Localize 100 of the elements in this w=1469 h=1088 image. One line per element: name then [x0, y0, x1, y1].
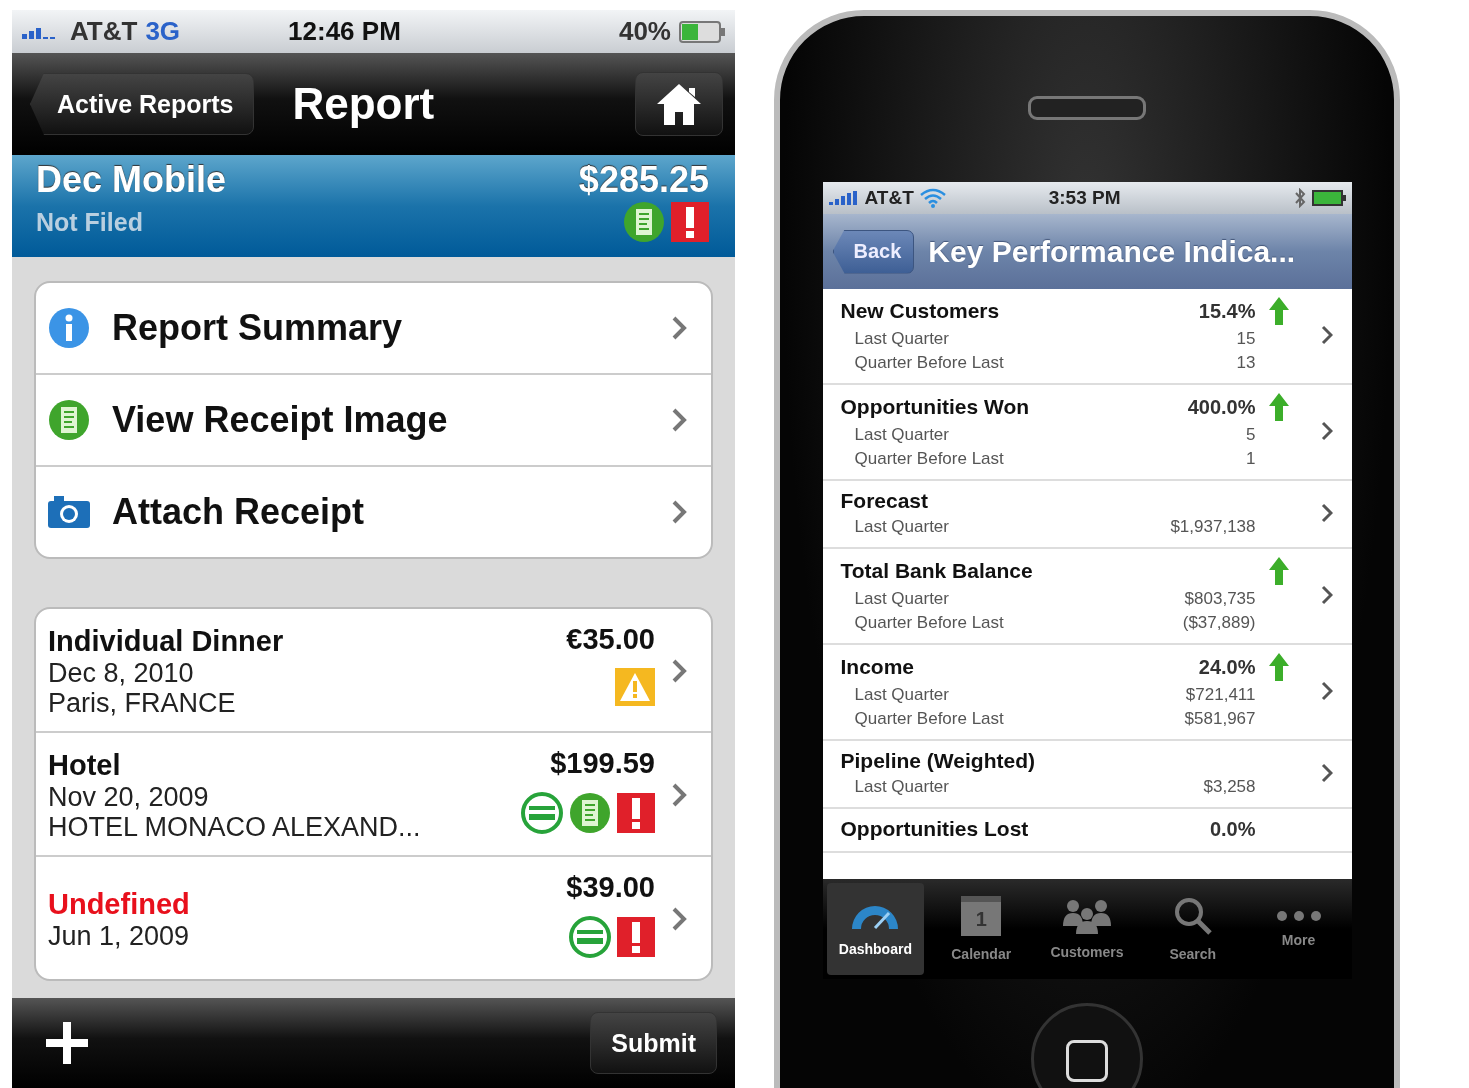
time-label: 12:46 PM — [288, 16, 402, 47]
kpi-row[interactable]: Forecast Last Quarter $1,937,138 — [822, 481, 1352, 549]
kpi-change: 24.0% — [1197, 655, 1256, 679]
expense-amount: €35.00 — [566, 623, 655, 656]
kpi-period-value: $581,967 — [1184, 709, 1256, 729]
exclamation-icon — [617, 793, 655, 833]
tab-item[interactable]: Search — [1143, 883, 1242, 975]
signal-icon — [828, 191, 859, 205]
kpi-period-value: $1,937,138 — [1170, 517, 1256, 537]
chevron-icon — [671, 499, 687, 525]
exclamation-icon — [617, 917, 655, 957]
card-icon — [521, 792, 563, 834]
plus-icon[interactable] — [46, 1022, 88, 1064]
menu-item[interactable]: Report Summary — [36, 283, 711, 375]
bluetooth-icon — [1293, 188, 1306, 208]
kpi-row[interactable]: Total Bank Balance Last Quarter $803,735 Quarter Before Last ($37,889) — [822, 549, 1352, 645]
kpi-change: 0.0% — [1209, 817, 1256, 841]
kpi-row[interactable]: New Customers 15.4% Last Quarter 15 Quarter Before Last 13 — [822, 289, 1352, 385]
kpi-row[interactable]: Pipeline (Weighted) Last Quarter $3,258 — [822, 741, 1352, 809]
info-icon — [48, 307, 90, 349]
kpi-period-value: $3,258 — [1203, 777, 1256, 797]
kpi-period-label: Quarter Before Last — [853, 353, 1005, 373]
menu-item[interactable]: Attach Receipt — [36, 467, 711, 557]
chevron-icon — [1320, 763, 1333, 783]
expense-location: Paris, FRANCE — [48, 687, 237, 718]
tab-item[interactable]: 1 Calendar — [932, 883, 1031, 975]
expense-amount: $199.59 — [550, 747, 655, 780]
tab-item[interactable]: More — [1249, 883, 1348, 975]
chevron-icon — [671, 658, 687, 684]
expense-row[interactable]: Individual Dinner Dec 8, 2010 Paris, FRANCE €35.00 — [36, 609, 711, 733]
screen-title: Key Performance Indica... — [928, 234, 1296, 269]
kpi-period-label: Last Quarter — [853, 589, 950, 609]
camera-icon — [48, 496, 90, 528]
time-label: 3:53 PM — [1047, 187, 1122, 209]
submit-button[interactable]: Submit — [590, 1012, 717, 1074]
kpi-name: Pipeline (Weighted) — [840, 749, 1036, 773]
chevron-icon — [671, 407, 687, 433]
tab-item[interactable]: Customers — [1038, 883, 1136, 975]
tab-item[interactable]: Dashboard — [826, 883, 925, 975]
card-icon — [569, 916, 611, 958]
chevron-icon — [1320, 421, 1333, 441]
kpi-period-label: Last Quarter — [853, 425, 950, 445]
menu-item[interactable]: View Receipt Image — [36, 375, 711, 467]
home-button[interactable] — [635, 72, 723, 136]
chevron-icon — [1320, 585, 1333, 605]
expense-amount: $39.00 — [566, 871, 655, 904]
carrier-label: AT&T — [70, 16, 138, 47]
kpi-name: New Customers — [840, 299, 1001, 323]
receipt-icon — [48, 399, 90, 441]
kpi-period-value: 1 — [1245, 449, 1256, 469]
kpi-change: 15.4% — [1198, 299, 1256, 323]
kpi-row[interactable]: Income 24.0% Last Quarter $721,411 Quarter Before Last $581,967 — [822, 645, 1352, 741]
kpi-period-value: ($37,889) — [1182, 613, 1256, 633]
report-status: Not Filed — [36, 207, 143, 237]
wifi-icon — [919, 188, 946, 208]
expense-date: Nov 20, 2009 — [48, 781, 210, 812]
screen-title: Report — [292, 79, 436, 129]
report-amount: $285.25 — [578, 159, 709, 201]
kpi-name: Opportunities Lost — [840, 817, 1030, 841]
expense-location: HOTEL MONACO ALEXAND... — [48, 811, 422, 842]
expense-title: Hotel — [48, 748, 122, 782]
back-button[interactable]: Back — [832, 229, 915, 274]
expense-row[interactable]: Undefined Jun 1, 2009 $39.00 — [36, 857, 711, 979]
receipt-icon — [623, 201, 665, 243]
people-icon — [1061, 898, 1113, 934]
search-icon — [1172, 896, 1213, 936]
expense-title: Undefined — [48, 887, 191, 921]
kpi-name: Opportunities Won — [840, 395, 1031, 419]
receipt-icon — [569, 792, 611, 834]
network-label: 3G — [145, 16, 181, 47]
battery-icon — [679, 20, 725, 43]
kpi-name: Forecast — [840, 489, 930, 513]
battery-icon — [1311, 190, 1346, 206]
warning-icon — [615, 668, 655, 706]
kpi-period-label: Last Quarter — [853, 685, 950, 705]
calendar-icon: 1 — [961, 896, 1002, 936]
kpi-period-label: Quarter Before Last — [853, 709, 1005, 729]
kpi-row[interactable]: Opportunities Won 400.0% Last Quarter 5 Quarter Before Last 1 — [822, 385, 1352, 481]
expense-row[interactable]: Hotel Nov 20, 2009 HOTEL MONACO ALEXAND... $199.59 — [36, 733, 711, 857]
kpi-period-value: $721,411 — [1184, 685, 1256, 705]
kpi-name: Income — [840, 655, 916, 679]
kpi-period-label: Quarter Before Last — [853, 449, 1005, 469]
kpi-period-label: Last Quarter — [853, 329, 950, 349]
carrier-label: AT&T — [864, 187, 914, 209]
back-button[interactable]: Active Reports — [30, 73, 255, 135]
kpi-period-value: 13 — [1235, 353, 1256, 373]
chevron-icon — [1320, 325, 1333, 345]
exclamation-icon — [671, 202, 709, 242]
kpi-period-label: Last Quarter — [853, 517, 950, 537]
chevron-icon — [671, 906, 687, 932]
report-name: Dec Mobile — [36, 159, 227, 201]
kpi-period-label: Last Quarter — [853, 777, 950, 797]
chevron-icon — [671, 782, 687, 808]
kpi-period-value: 15 — [1235, 329, 1256, 349]
battery-percent: 40% — [618, 16, 671, 47]
kpi-period-value: 5 — [1245, 425, 1256, 445]
home-icon — [656, 82, 702, 126]
expense-title: Individual Dinner — [48, 624, 285, 658]
expense-date: Jun 1, 2009 — [48, 920, 191, 951]
kpi-row[interactable]: Opportunities Lost 0.0% — [822, 809, 1352, 853]
